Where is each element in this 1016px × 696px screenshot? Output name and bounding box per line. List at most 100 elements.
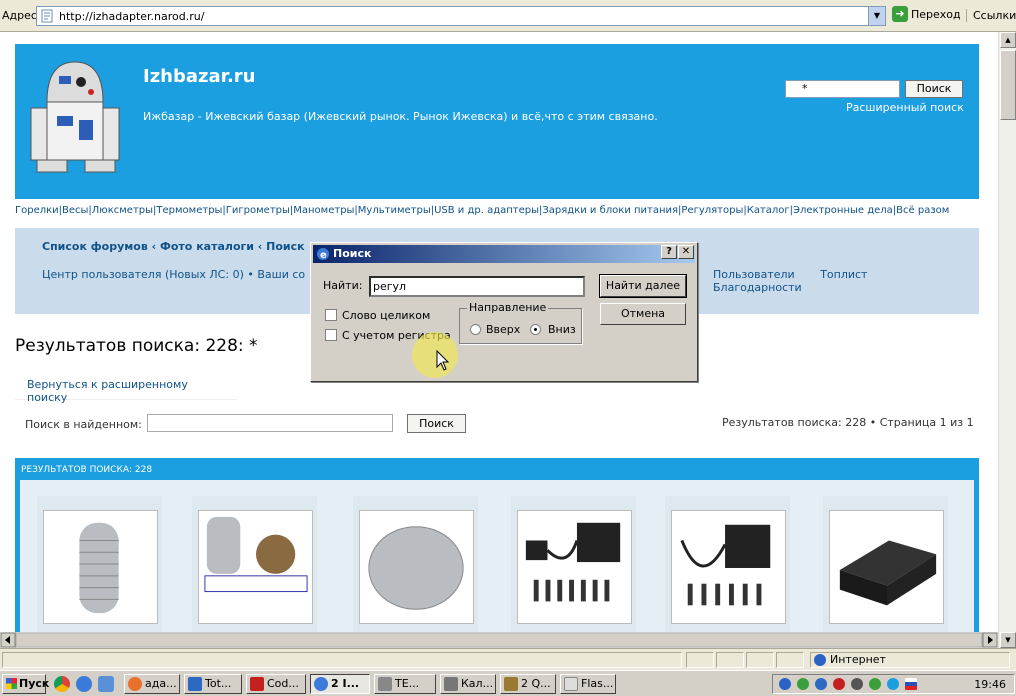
task-button[interactable]: Tot... — [184, 674, 242, 694]
nav-link-toplist[interactable]: Топлист — [820, 268, 867, 281]
header-search-input[interactable]: * — [785, 80, 900, 98]
task-label: ада... — [145, 677, 177, 690]
direction-group: Направление Вверх Вниз — [459, 301, 582, 344]
tray-icon[interactable] — [797, 678, 809, 690]
scroll-up-icon[interactable]: ▲ — [1000, 32, 1016, 48]
magnet-stack-image — [43, 510, 158, 624]
calculator-icon — [444, 677, 458, 691]
magnet-disc-image — [359, 510, 474, 624]
advanced-search-link[interactable]: Расширенный поиск — [846, 101, 964, 114]
tray-icon[interactable] — [851, 678, 863, 690]
status-text-panel — [2, 652, 682, 668]
scroll-thumb[interactable] — [1000, 50, 1016, 120]
direction-label: Направление — [467, 301, 549, 314]
text-editor-icon — [378, 677, 392, 691]
help-button[interactable]: ? — [661, 245, 677, 259]
task-button[interactable]: 2 Q... — [500, 674, 556, 694]
direction-down-radio[interactable] — [530, 324, 541, 335]
task-label: 2 I... — [331, 677, 360, 690]
result-thumb[interactable] — [353, 496, 478, 646]
whole-word-checkbox[interactable] — [325, 309, 337, 321]
tray-icon[interactable] — [833, 678, 845, 690]
search-in-results-label: Поиск в найденном: — [25, 418, 142, 431]
flash-icon — [564, 677, 578, 691]
task-button-active[interactable]: 2 I... — [310, 674, 370, 694]
results-grid — [20, 480, 974, 648]
nav-link-users[interactable]: Пользователи — [713, 268, 795, 281]
svg-text:e: e — [320, 250, 327, 261]
breadcrumb[interactable]: Список форумов ‹ Фото каталоги ‹ Поиск — [42, 240, 305, 253]
tray-icon[interactable] — [869, 678, 881, 690]
direction-up-label: Вверх — [486, 323, 521, 336]
language-flag-icon[interactable] — [905, 678, 917, 690]
go-label: Переход — [911, 7, 961, 21]
back-to-advanced-search-link[interactable]: Вернуться к расширенному поиску — [15, 372, 237, 404]
car-adapter-image — [671, 510, 786, 624]
direction-up-radio[interactable] — [470, 324, 481, 335]
url-input[interactable]: http://izhadapter.narod.ru/ ▼ — [36, 6, 886, 26]
task-button[interactable]: Flas... — [560, 674, 616, 694]
status-bar: Интернет — [0, 648, 1016, 670]
zone-label: Интернет — [830, 653, 886, 666]
task-label: Flas... — [581, 677, 614, 690]
address-label: Адрес: — [2, 9, 41, 22]
result-thumb[interactable] — [192, 496, 317, 646]
internet-zone: Интернет — [814, 653, 886, 666]
find-next-button[interactable]: Найти далее — [599, 274, 687, 298]
task-label: Cod... — [267, 677, 299, 690]
result-thumb[interactable] — [665, 496, 790, 646]
links-button[interactable]: Ссылки — [966, 9, 1016, 22]
robot-logo-icon — [30, 61, 120, 173]
scroll-down-icon[interactable]: ▼ — [1000, 632, 1016, 648]
cursor-highlight — [412, 332, 458, 378]
task-button[interactable]: Кал... — [440, 674, 496, 694]
site-description: Ижбазар - Ижевский базар (Ижевский рынок… — [143, 110, 658, 123]
nav-link-thanks[interactable]: Благодарности — [713, 281, 802, 294]
search-in-results-button[interactable]: Поиск — [407, 414, 466, 433]
result-thumb[interactable] — [823, 496, 948, 646]
find-dialog-titlebar[interactable]: e Поиск — [313, 245, 695, 263]
result-thumb[interactable] — [511, 496, 636, 646]
total-commander-icon — [188, 677, 202, 691]
results-title: Результатов поиска: 228: * — [15, 336, 258, 356]
tray-icon[interactable] — [779, 678, 791, 690]
start-label: Пуск — [19, 677, 50, 690]
task-label: Tot... — [205, 677, 232, 690]
user-center-link[interactable]: Центр пользователя (Новых ЛС: 0) • Ваши … — [42, 268, 305, 281]
find-input[interactable]: регул — [369, 276, 585, 297]
status-panel — [776, 652, 804, 668]
match-case-checkbox[interactable] — [325, 329, 337, 341]
task-button[interactable]: TE... — [374, 674, 436, 694]
go-arrow-icon: ➜ — [892, 6, 908, 22]
task-button[interactable]: Cod... — [246, 674, 306, 694]
direction-down-label: Вниз — [548, 323, 576, 336]
result-thumb[interactable] — [37, 496, 162, 646]
vertical-scrollbar[interactable]: ▲ ▼ — [998, 32, 1016, 648]
explorer-icon[interactable] — [98, 676, 114, 692]
chrome-icon[interactable] — [54, 676, 70, 692]
whole-word-label: Слово целиком — [342, 309, 431, 322]
go-button[interactable]: ➜ Переход — [892, 6, 961, 26]
address-bar: Адрес: http://izhadapter.narod.ru/ ▼ ➜ Пе… — [0, 0, 1016, 32]
category-links[interactable]: Горелки|Весы|Люксметры|Термометры|Гигром… — [15, 205, 979, 217]
find-dialog-title: Поиск — [333, 247, 372, 260]
horizontal-scrollbar[interactable] — [0, 632, 998, 648]
start-button[interactable]: Пуск — [2, 674, 50, 694]
task-button[interactable]: ада... — [124, 674, 180, 694]
find-dialog: e Поиск ? ✕ Найти: регул Найти далее Отм… — [310, 242, 698, 382]
tray-icon[interactable] — [887, 678, 899, 690]
magnets-with-coin-image — [198, 510, 313, 624]
cancel-button[interactable]: Отмена — [600, 303, 686, 325]
status-panel — [716, 652, 744, 668]
url-dropdown-icon[interactable]: ▼ — [868, 7, 885, 25]
ie-quicklaunch-icon[interactable] — [76, 676, 92, 692]
taskbar: Пуск ада... Tot... Cod... 2 I... TE... К… — [0, 670, 1016, 696]
windows-flag-icon — [6, 678, 17, 689]
shield-icon[interactable] — [815, 678, 827, 690]
site-title[interactable]: Izhbazar.ru — [143, 66, 255, 87]
close-icon[interactable]: ✕ — [678, 245, 694, 259]
ie-icon: e — [317, 248, 329, 261]
header-search-button[interactable]: Поиск — [905, 80, 963, 98]
page-icon — [41, 9, 53, 23]
search-in-results-input[interactable] — [147, 414, 393, 432]
